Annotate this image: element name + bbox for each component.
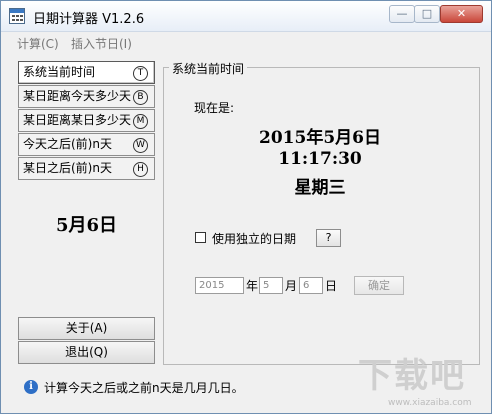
exit-button[interactable]: 退出(Q) <box>18 341 155 364</box>
menu-insert-holiday[interactable]: 插入节日(I) <box>71 35 132 52</box>
current-weekday: 星期三 <box>294 178 346 198</box>
title-bar[interactable]: 日期计算器 V1.2.6 — □ ✕ <box>1 1 491 32</box>
window-title: 日期计算器 V1.2.6 <box>33 12 145 27</box>
nav-today-plus-n[interactable]: 今天之后(前)n天 W <box>18 133 155 156</box>
confirm-button[interactable]: 确定 <box>354 276 404 295</box>
month-input[interactable]: 5 <box>259 277 283 294</box>
nav-key: B <box>133 90 148 105</box>
about-button[interactable]: 关于(A) <box>18 317 155 340</box>
month-unit: 月 <box>285 279 298 293</box>
today-short-date: 5月6日 <box>55 215 118 236</box>
watermark-site: www.xiazaiba.com <box>388 398 472 408</box>
nav-current-time[interactable]: 系统当前时间 T <box>18 61 155 84</box>
independent-date-checkbox[interactable] <box>195 232 206 243</box>
day-unit: 日 <box>325 279 338 293</box>
nav-label: 某日距离某日多少天 <box>23 113 132 127</box>
nav-label: 某日之后(前)n天 <box>23 161 112 175</box>
watermark-brand: 下载吧 <box>358 356 466 396</box>
day-input[interactable]: 6 <box>299 277 323 294</box>
menu-bar: 计算(C) 插入节日(I) <box>1 32 491 52</box>
nav-key: W <box>133 138 148 153</box>
current-date: 2015年5月6日 <box>259 128 381 148</box>
status-text: 计算今天之后或之前n天是几月几日。 <box>44 381 244 395</box>
nav-key: T <box>133 66 148 81</box>
group-title: 系统当前时间 <box>169 60 248 77</box>
nav-label: 某日距离今天多少天 <box>23 89 132 103</box>
nav-label: 今天之后(前)n天 <box>23 137 112 151</box>
info-icon: i <box>24 380 38 394</box>
maximize-button[interactable]: □ <box>414 5 440 23</box>
independent-date-label[interactable]: 使用独立的日期 <box>212 230 296 247</box>
calendar-app-icon <box>9 8 25 24</box>
nav-label: 系统当前时间 <box>23 65 96 79</box>
year-unit: 年 <box>246 279 259 293</box>
nav-key: H <box>133 162 148 177</box>
nav-key: M <box>133 114 148 129</box>
minimize-button[interactable]: — <box>389 5 415 23</box>
close-button[interactable]: ✕ <box>440 5 483 23</box>
nav-days-to-today[interactable]: 某日距离今天多少天 B <box>18 85 155 108</box>
nav-date-plus-n[interactable]: 某日之后(前)n天 H <box>18 157 155 180</box>
now-label: 现在是: <box>194 101 235 115</box>
nav-panel: 系统当前时间 T 某日距离今天多少天 B 某日距离某日多少天 M 今天之后(前)… <box>18 61 155 183</box>
year-input[interactable]: 2015 <box>195 277 244 294</box>
menu-calculate[interactable]: 计算(C) <box>17 35 59 52</box>
nav-days-between[interactable]: 某日距离某日多少天 M <box>18 109 155 132</box>
help-button[interactable]: ? <box>316 229 341 247</box>
current-time: 11:17:30 <box>278 149 362 169</box>
